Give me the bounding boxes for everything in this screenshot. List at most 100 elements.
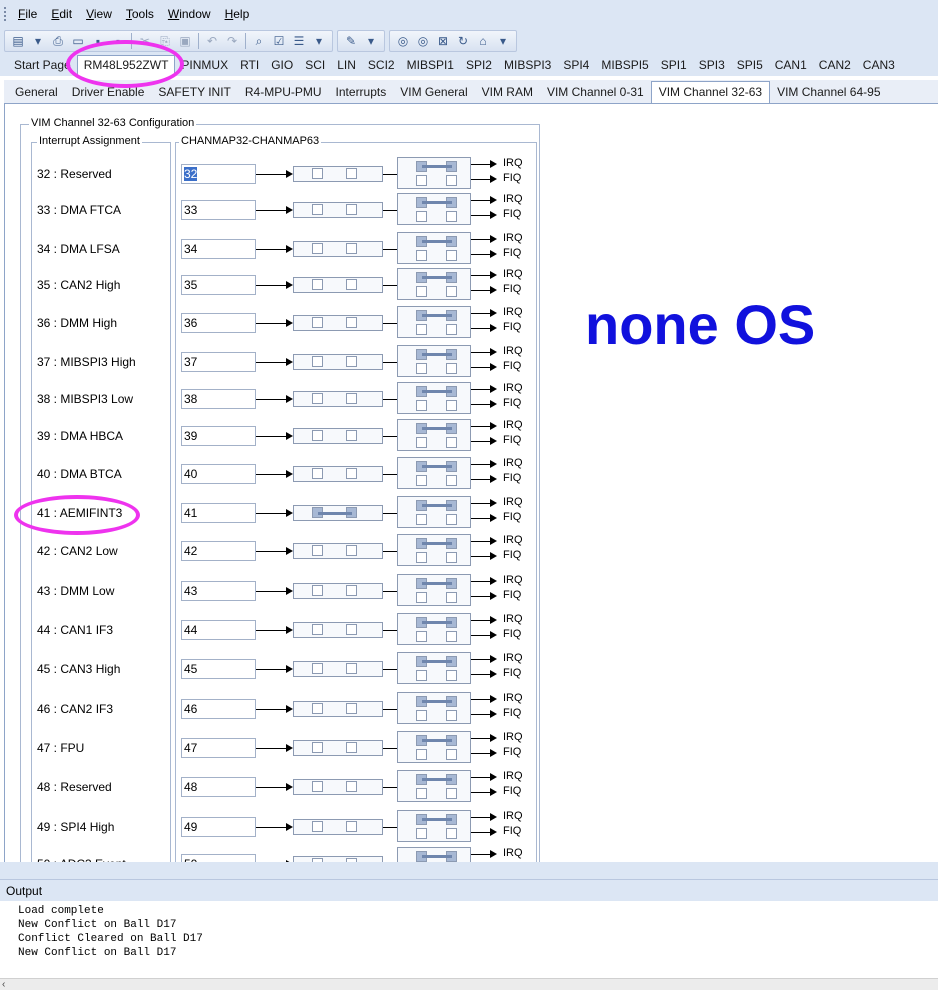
list-icon[interactable]: ☰ xyxy=(290,32,308,50)
fiq-enable-checkbox[interactable] xyxy=(416,749,427,760)
tab-vim-channel-64-95[interactable]: VIM Channel 64-95 xyxy=(770,82,887,103)
module-tab-spi2[interactable]: SPI2 xyxy=(460,56,498,76)
channel-wakeup-checkbox[interactable] xyxy=(346,781,357,792)
chanmap-input[interactable]: 46 xyxy=(181,699,256,719)
module-tab-rti[interactable]: RTI xyxy=(234,56,265,76)
fiq-enable-checkbox[interactable] xyxy=(416,475,427,486)
channel-enable-checkbox[interactable] xyxy=(312,663,323,674)
fiq-enable-checkbox[interactable] xyxy=(446,475,457,486)
tab-r4-mpu-pmu[interactable]: R4-MPU-PMU xyxy=(238,82,329,103)
dropdown-arrow-icon[interactable]: ▾ xyxy=(362,32,380,50)
tab-vim-channel-32-63[interactable]: VIM Channel 32-63 xyxy=(650,81,771,103)
fiq-enable-checkbox[interactable] xyxy=(416,592,427,603)
chanmap-input[interactable]: 42 xyxy=(181,541,256,561)
channel-wakeup-checkbox[interactable] xyxy=(346,168,357,179)
channel-wakeup-checkbox[interactable] xyxy=(346,624,357,635)
stop-icon[interactable]: ⊠ xyxy=(434,32,452,50)
panel-splitter[interactable] xyxy=(0,862,938,879)
fiq-enable-checkbox[interactable] xyxy=(446,710,457,721)
fiq-enable-checkbox[interactable] xyxy=(446,514,457,525)
fiq-enable-checkbox[interactable] xyxy=(416,670,427,681)
chanmap-input[interactable]: 36 xyxy=(181,313,256,333)
module-tab-rm48l952zwt[interactable]: RM48L952ZWT xyxy=(76,55,176,76)
module-tab-mibspi3[interactable]: MIBSPI3 xyxy=(498,56,557,76)
tab-vim-general[interactable]: VIM General xyxy=(393,82,474,103)
fiq-enable-checkbox[interactable] xyxy=(446,552,457,563)
tab-driver-enable[interactable]: Driver Enable xyxy=(65,82,152,103)
open-project-icon[interactable]: ▾ xyxy=(29,32,47,50)
channel-wakeup-checkbox[interactable] xyxy=(346,703,357,714)
back-icon[interactable]: ◎ xyxy=(394,32,412,50)
tab-safety-init[interactable]: SAFETY INIT xyxy=(151,82,237,103)
chanmap-input[interactable]: 48 xyxy=(181,777,256,797)
channel-wakeup-checkbox[interactable] xyxy=(346,742,357,753)
channel-wakeup-checkbox[interactable] xyxy=(346,545,357,556)
fiq-enable-checkbox[interactable] xyxy=(416,363,427,374)
channel-enable-checkbox[interactable] xyxy=(312,243,323,254)
cut-icon[interactable]: ✂ xyxy=(136,32,154,50)
module-tab-lin[interactable]: LIN xyxy=(331,56,362,76)
channel-wakeup-checkbox[interactable] xyxy=(346,279,357,290)
chanmap-input[interactable]: 40 xyxy=(181,464,256,484)
chanmap-input[interactable]: 49 xyxy=(181,817,256,837)
channel-wakeup-checkbox[interactable] xyxy=(346,356,357,367)
fiq-enable-checkbox[interactable] xyxy=(416,631,427,642)
module-tab-spi5[interactable]: SPI5 xyxy=(731,56,769,76)
channel-wakeup-checkbox[interactable] xyxy=(346,821,357,832)
fiq-enable-checkbox[interactable] xyxy=(416,788,427,799)
channel-enable-checkbox[interactable] xyxy=(312,624,323,635)
channel-wakeup-checkbox[interactable] xyxy=(346,393,357,404)
undo-icon[interactable]: ↶ xyxy=(203,32,221,50)
module-tab-spi3[interactable]: SPI3 xyxy=(693,56,731,76)
channel-enable-checkbox[interactable] xyxy=(312,821,323,832)
fiq-enable-checkbox[interactable] xyxy=(416,286,427,297)
fiq-enable-checkbox[interactable] xyxy=(446,175,457,186)
module-tab-sci[interactable]: SCI xyxy=(299,56,331,76)
fiq-enable-checkbox[interactable] xyxy=(446,631,457,642)
fiq-enable-checkbox[interactable] xyxy=(446,828,457,839)
home-icon[interactable]: ⌂ xyxy=(474,32,492,50)
fiq-enable-checkbox[interactable] xyxy=(416,400,427,411)
fiq-enable-checkbox[interactable] xyxy=(416,250,427,261)
channel-enable-checkbox[interactable] xyxy=(312,742,323,753)
channel-wakeup-checkbox[interactable] xyxy=(346,430,357,441)
menu-file[interactable]: File xyxy=(18,7,37,21)
redo-icon[interactable]: ↷ xyxy=(223,32,241,50)
tab-vim-channel-0-31[interactable]: VIM Channel 0-31 xyxy=(540,82,651,103)
channel-enable-checkbox[interactable] xyxy=(312,168,323,179)
copy-icon[interactable]: ⎘ xyxy=(156,32,174,50)
fiq-enable-checkbox[interactable] xyxy=(446,437,457,448)
chanmap-input[interactable]: 34 xyxy=(181,239,256,259)
channel-enable-checkbox[interactable] xyxy=(312,204,323,215)
module-tab-spi4[interactable]: SPI4 xyxy=(557,56,595,76)
channel-enable-checkbox[interactable] xyxy=(312,468,323,479)
chanmap-input[interactable]: 33 xyxy=(181,200,256,220)
fiq-enable-checkbox[interactable] xyxy=(446,400,457,411)
module-tab-mibspi1[interactable]: MIBSPI1 xyxy=(401,56,460,76)
find-icon[interactable]: ⌕ xyxy=(250,32,268,50)
fiq-enable-checkbox[interactable] xyxy=(446,286,457,297)
generate-code-icon[interactable]: ✎ xyxy=(342,32,360,50)
tab-vim-ram[interactable]: VIM RAM xyxy=(475,82,540,103)
module-tab-spi1[interactable]: SPI1 xyxy=(655,56,693,76)
channel-wakeup-checkbox[interactable] xyxy=(346,663,357,674)
module-tab-gio[interactable]: GIO xyxy=(265,56,299,76)
save-icon[interactable]: ▪ xyxy=(89,32,107,50)
module-tab-mibspi5[interactable]: MIBSPI5 xyxy=(595,56,654,76)
channel-wakeup-checkbox[interactable] xyxy=(346,585,357,596)
fiq-enable-checkbox[interactable] xyxy=(416,514,427,525)
fiq-enable-checkbox[interactable] xyxy=(416,324,427,335)
new-file-icon[interactable]: ▤ xyxy=(9,32,27,50)
fiq-enable-checkbox[interactable] xyxy=(446,211,457,222)
channel-wakeup-checkbox[interactable] xyxy=(346,468,357,479)
menu-edit[interactable]: Edit xyxy=(51,7,72,21)
scroll-left-icon[interactable]: ‹ xyxy=(2,979,5,990)
chanmap-input[interactable]: 47 xyxy=(181,738,256,758)
fiq-enable-checkbox[interactable] xyxy=(446,788,457,799)
fiq-enable-checkbox[interactable] xyxy=(416,437,427,448)
fiq-enable-checkbox[interactable] xyxy=(446,592,457,603)
module-tab-start-page[interactable]: Start Page xyxy=(8,56,77,76)
fiq-enable-checkbox[interactable] xyxy=(416,710,427,721)
chanmap-input[interactable]: 45 xyxy=(181,659,256,679)
chanmap-input[interactable]: 39 xyxy=(181,426,256,446)
